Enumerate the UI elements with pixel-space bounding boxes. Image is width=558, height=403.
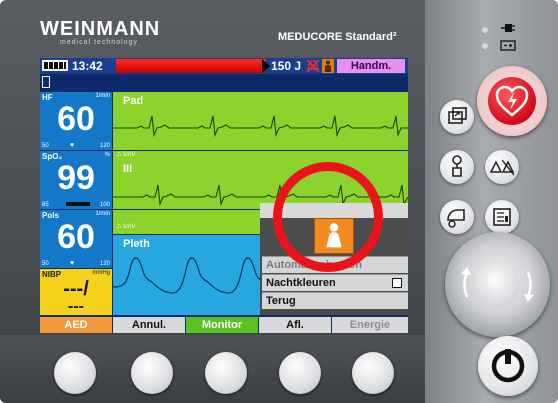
rotary-knob-center[interactable] — [475, 262, 520, 307]
model-name: MEDUCORE Standard² — [278, 31, 397, 43]
vital-pols-high: 120 — [99, 261, 110, 267]
wave-iii-mark: ⎍ 1mV — [117, 224, 136, 230]
charge-progress-bar — [116, 59, 266, 73]
alarm-bells-icon — [489, 159, 515, 176]
hw-button-2[interactable] — [131, 352, 173, 394]
vital-spo2: SpO₂ % 99 85 100 — [40, 151, 112, 209]
card-slot-indicator — [42, 76, 50, 88]
vital-nibp-value2: --- — [68, 298, 84, 315]
electrode-connector-icon — [452, 155, 462, 177]
vital-hf-high: 120 — [99, 143, 110, 149]
shock-button-core — [488, 77, 536, 125]
softkey-annul[interactable]: Annul. — [113, 317, 185, 333]
status-bar: 13:42 150 J Handm. — [40, 58, 408, 74]
battery-icon — [500, 40, 516, 51]
softkey-aed[interactable]: AED — [40, 317, 112, 333]
battery-indicator — [42, 60, 68, 71]
menu-item-night-colors-label: Nachtkleuren — [266, 277, 336, 289]
window-switch-button[interactable] — [440, 100, 474, 134]
softkey-energie[interactable]: Energie — [332, 317, 408, 333]
brand-logo: WEINMANN — [40, 18, 161, 40]
charge-arrow-icon — [262, 59, 270, 73]
wave-pad-trace — [113, 115, 408, 138]
report-icon — [493, 208, 511, 226]
menu-item-back[interactable]: Terug — [262, 292, 408, 309]
alarm-off-icon — [306, 59, 320, 73]
vital-spo2-high: 100 — [99, 202, 110, 208]
signal-bar — [66, 202, 90, 206]
electrode-connector-button[interactable] — [440, 150, 474, 184]
vital-pols: Pols 1/min 60 50 ♥ 120 — [40, 210, 112, 268]
vital-hf-value: 60 — [57, 100, 95, 138]
mains-led — [482, 27, 488, 33]
heart-icon: ♥ — [70, 260, 75, 267]
defibrillator-device: WEINMANN medical technology MEDUCORE Sta… — [0, 0, 558, 403]
softkey-afl[interactable]: Afl. — [259, 317, 331, 333]
hw-button-4[interactable] — [279, 352, 321, 394]
vital-pols-low: 50 — [42, 261, 49, 267]
person-icon — [322, 59, 334, 73]
vital-hf-low: 50 — [42, 143, 49, 149]
heart-lightning-icon — [495, 85, 529, 117]
vital-hf-unit: 1/min — [95, 93, 110, 99]
battery-led — [482, 43, 488, 49]
night-colors-checkbox[interactable] — [392, 278, 402, 288]
hw-button-3[interactable] — [205, 352, 247, 394]
vital-pols-unit: 1/min — [95, 211, 110, 217]
rotary-knob[interactable] — [445, 232, 550, 337]
vital-hf: HF 1/min 60 50 ♥ 120 — [40, 92, 112, 150]
softkey-row: AED Annul. Monitor Afl. Energie — [40, 317, 408, 333]
brand-subtitle: medical technology — [60, 39, 138, 46]
power-button[interactable] — [478, 336, 538, 396]
menu-item-night-colors[interactable]: Nachtkleuren — [262, 274, 408, 291]
blood-pressure-cuff-icon — [447, 209, 465, 228]
highlight-annotation-circle — [273, 162, 383, 272]
blood-pressure-button[interactable] — [440, 200, 474, 234]
clock: 13:42 — [72, 59, 103, 73]
wave-pad: Pad — [113, 92, 408, 150]
energy-readout: 150 J — [271, 59, 302, 73]
vital-pols-value: 60 — [57, 218, 95, 256]
vital-spo2-unit: % — [104, 152, 110, 158]
vital-nibp: NIBP mmHg ---/ --- — [40, 269, 112, 315]
hw-button-5[interactable] — [352, 352, 394, 394]
vital-spo2-value: 99 — [57, 159, 95, 197]
vital-spo2-low: 85 — [42, 202, 49, 208]
mains-plug-icon — [501, 24, 515, 32]
alarm-settings-button[interactable] — [485, 150, 519, 184]
report-button[interactable] — [485, 200, 519, 234]
softkey-monitor[interactable]: Monitor — [186, 317, 258, 333]
hw-button-1[interactable] — [54, 352, 96, 394]
window-switch-icon — [448, 107, 467, 124]
shock-button[interactable] — [477, 66, 547, 136]
heart-icon: ♥ — [70, 142, 75, 149]
power-icon — [491, 349, 525, 383]
vital-nibp-unit: mmHg — [92, 270, 110, 276]
mode-badge: Handm. — [337, 59, 405, 73]
